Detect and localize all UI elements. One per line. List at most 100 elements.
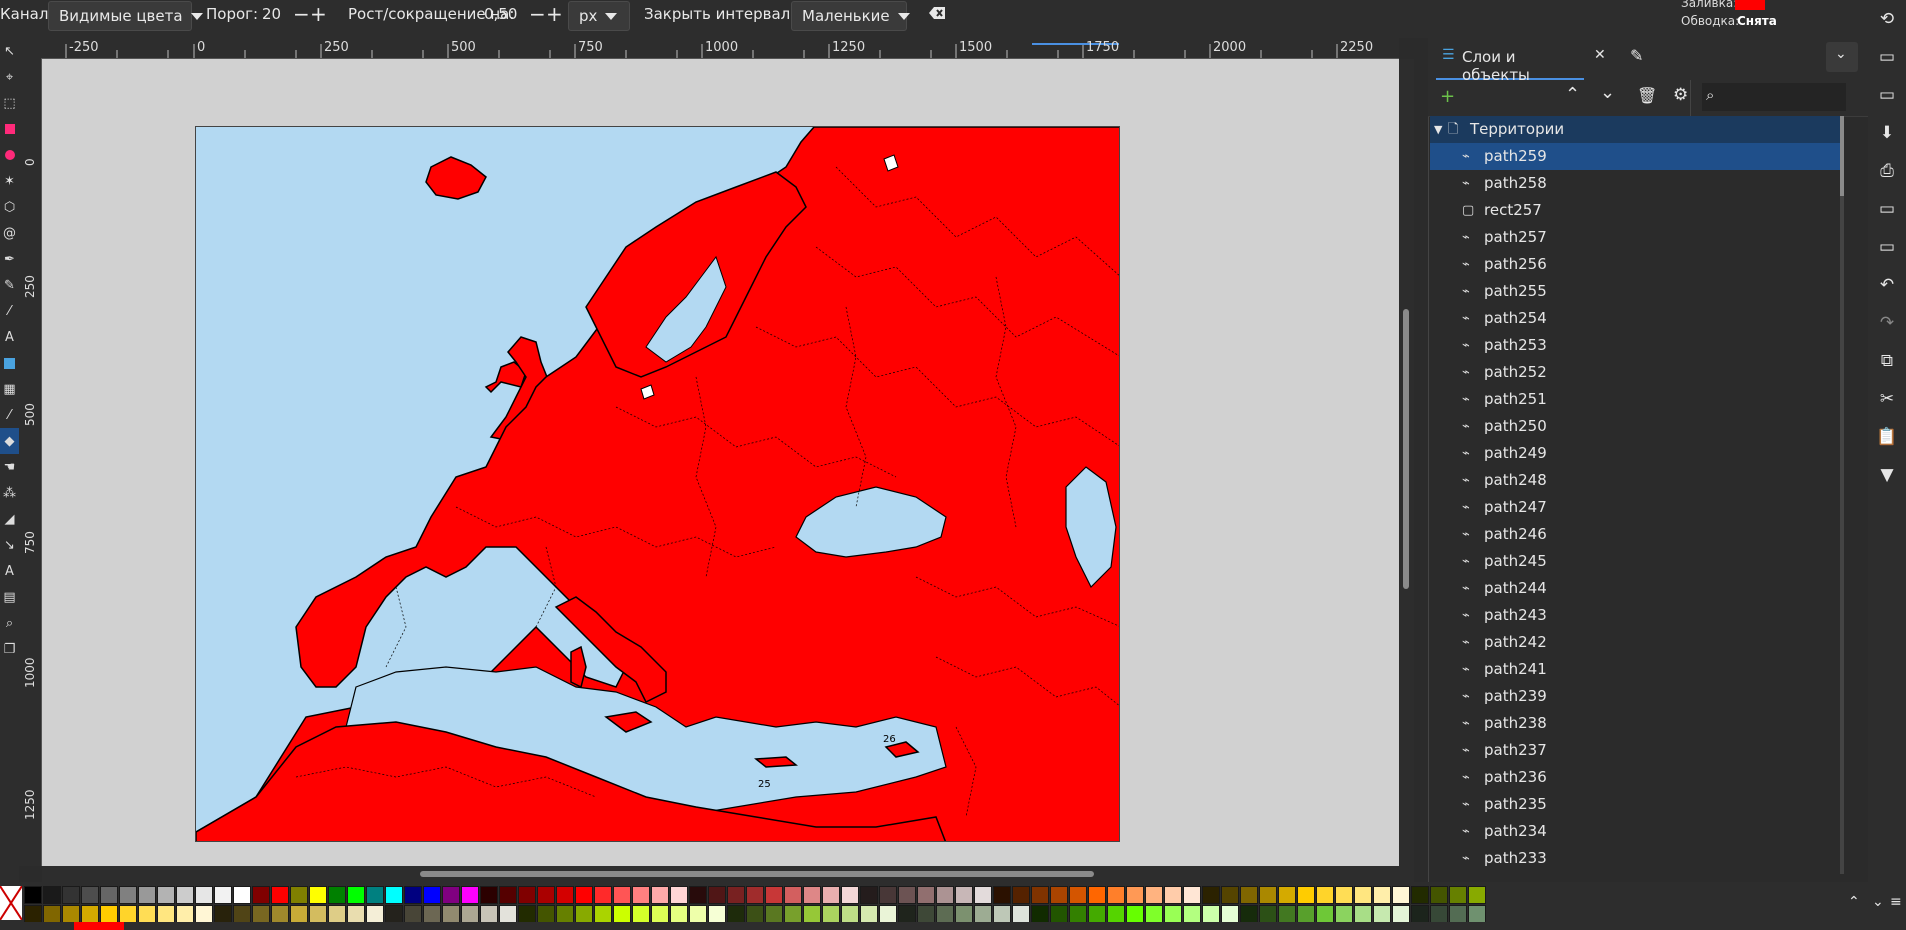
palette-swatch[interactable] [366,905,384,923]
style-indicator[interactable]: Заливка: Обводка: Снята [1680,0,1790,34]
palette-swatch[interactable] [518,905,536,923]
palette-swatch[interactable] [1259,905,1277,923]
palette-swatch[interactable] [1107,886,1125,904]
object-row[interactable]: ⌁ path237 [1430,737,1840,764]
ellipse-tool-icon[interactable] [0,142,19,168]
palette-swatch[interactable] [138,886,156,904]
object-row[interactable]: ⌁ path247 [1430,494,1840,521]
palette-swatch[interactable] [176,886,194,904]
object-row[interactable]: ⌁ path236 [1430,764,1840,791]
palette-swatch[interactable] [328,886,346,904]
palette-swatch[interactable] [347,886,365,904]
palette-swatch[interactable] [1449,886,1467,904]
object-row[interactable]: ⌁ path253 [1430,332,1840,359]
palette-swatch[interactable] [879,905,897,923]
palette-swatch[interactable] [556,886,574,904]
palette-swatch[interactable] [404,886,422,904]
palette-swatch[interactable] [62,905,80,923]
palette-options-icon[interactable]: ⌄ [1872,894,1884,910]
palette-swatch[interactable] [898,905,916,923]
palette-swatch[interactable] [537,905,555,923]
palette-swatch[interactable] [1031,905,1049,923]
text-tool-icon[interactable]: A [0,324,19,350]
palette-swatch[interactable] [290,905,308,923]
palette-swatch[interactable] [974,905,992,923]
palette-swatch[interactable] [1373,886,1391,904]
pencil-tool-icon[interactable]: ✎ [0,272,19,298]
palette-swatch[interactable] [1411,886,1429,904]
palette-swatch[interactable] [1183,886,1201,904]
palette-swatch[interactable] [1050,886,1068,904]
open-icon[interactable]: ▭ [1868,76,1906,114]
palette-swatch[interactable] [1126,905,1144,923]
panel-menu-button[interactable]: ⌄ [1826,42,1858,72]
unit-dropdown[interactable]: px [568,1,630,31]
palette-swatch[interactable] [936,886,954,904]
paint-bucket-tool-icon[interactable]: ◆ [0,428,19,454]
palette-swatch[interactable] [1316,886,1334,904]
palette-swatch[interactable] [1145,905,1163,923]
object-row[interactable]: ⌁ path259 [1430,143,1840,170]
spray-tool-icon[interactable]: ⁂ [0,480,19,506]
palette-swatch[interactable] [993,905,1011,923]
palette-swatch[interactable] [1012,886,1030,904]
palette-swatch[interactable] [1240,886,1258,904]
palette-swatch[interactable] [1430,905,1448,923]
palette-swatch[interactable] [480,886,498,904]
palette-swatch[interactable] [613,905,631,923]
palette-swatch[interactable] [784,905,802,923]
palette-swatch[interactable] [252,886,270,904]
palette-swatch[interactable] [1145,886,1163,904]
object-row[interactable]: ⌁ path250 [1430,413,1840,440]
palette-swatch[interactable] [1316,905,1334,923]
palette-swatch[interactable] [461,886,479,904]
palette-swatch[interactable] [100,886,118,904]
palette-swatch[interactable] [765,886,783,904]
palette-swatch[interactable] [1221,886,1239,904]
pages-tool-icon[interactable]: ▤ [0,584,19,610]
redo-icon[interactable]: ↷ [1868,304,1906,342]
mesh-tool-icon[interactable]: ▦ [0,376,19,402]
palette-swatch[interactable] [366,886,384,904]
palette-swatch[interactable] [1126,886,1144,904]
palette-swatch[interactable] [119,886,137,904]
tab-layers-objects[interactable]: ☰ Слои и объекты ✕ [1436,38,1606,84]
palette-swatch[interactable] [347,905,365,923]
zoom-icon[interactable]: ⌕ [0,610,19,636]
palette-swatch[interactable] [423,886,441,904]
measure-tool-icon[interactable]: A [0,558,19,584]
palette-menu-icon[interactable]: ≡ [1890,894,1902,910]
palette-swatch[interactable] [157,886,175,904]
palette-swatch[interactable] [803,886,821,904]
object-row[interactable]: ⌁ path244 [1430,575,1840,602]
palette-swatch[interactable] [518,886,536,904]
palette-swatch[interactable] [841,886,859,904]
palette-swatch[interactable] [138,905,156,923]
import-icon[interactable]: ▭ [1868,190,1906,228]
palette-swatch[interactable] [1202,886,1220,904]
object-row[interactable]: ⌁ path248 [1430,467,1840,494]
palette-swatch[interactable] [81,905,99,923]
rect-tool-icon[interactable] [0,116,19,142]
palette-swatch[interactable] [1107,905,1125,923]
pen-tool-icon[interactable]: ✒ [0,246,19,272]
palette-swatch[interactable] [1183,905,1201,923]
palette-swatch[interactable] [385,905,403,923]
object-row[interactable]: ⌁ path255 [1430,278,1840,305]
palette-swatch[interactable] [195,905,213,923]
palette-swatch[interactable] [1259,886,1277,904]
object-row[interactable]: ⌁ path256 [1430,251,1840,278]
palette-swatch[interactable] [860,905,878,923]
palette-swatch[interactable] [423,905,441,923]
palette-swatch[interactable] [1468,905,1486,923]
fill-indicator[interactable] [74,922,124,930]
star-tool-icon[interactable]: ✶ [0,168,19,194]
palette-swatch[interactable] [1411,905,1429,923]
palette-swatch[interactable] [1069,886,1087,904]
palette-swatch[interactable] [613,886,631,904]
palette-scroll-icon[interactable]: ⌃ [1848,894,1860,910]
palette-swatch[interactable] [404,905,422,923]
channel-dropdown[interactable]: Видимые цвета [48,1,203,31]
tree-scroll-thumb[interactable] [1840,116,1844,196]
object-row[interactable]: ⌁ path241 [1430,656,1840,683]
